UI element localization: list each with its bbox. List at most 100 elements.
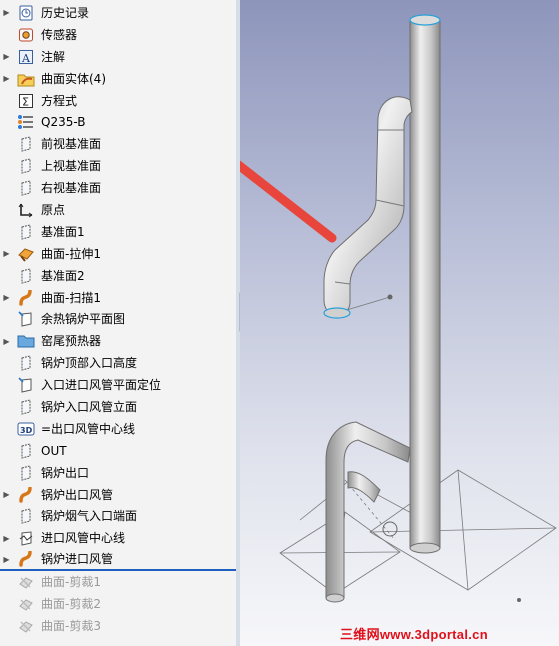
tree-item-17[interactable]: 锅炉顶部入口高度 bbox=[0, 352, 238, 374]
tree-item-12[interactable]: ▶ 曲面-拉伸1 bbox=[0, 243, 238, 265]
tree-item-2[interactable]: 传感器 bbox=[0, 24, 238, 46]
sketch-point bbox=[517, 598, 521, 602]
plane-icon bbox=[17, 507, 35, 525]
upper-bent-pipe bbox=[323, 96, 413, 319]
tree-item-22[interactable]: 锅炉出口 bbox=[0, 462, 238, 484]
tree-item-28[interactable]: 曲面-剪裁2 bbox=[0, 593, 238, 615]
plane-icon bbox=[17, 157, 35, 175]
equations-icon: Σ bbox=[17, 92, 35, 110]
tree-item-label: 曲面-扫描1 bbox=[41, 290, 101, 305]
history-icon bbox=[17, 4, 35, 22]
surface-bodies-folder-icon bbox=[17, 70, 35, 88]
tree-item-label: 曲面-剪裁3 bbox=[41, 618, 101, 633]
tree-item-13[interactable]: 基准面2 bbox=[0, 265, 238, 287]
svg-text:3D: 3D bbox=[20, 426, 33, 435]
3d-sketch-icon: 3D bbox=[17, 420, 35, 438]
surface-trim-icon bbox=[17, 617, 35, 635]
tree-item-7[interactable]: 前视基准面 bbox=[0, 133, 238, 155]
vertical-stack-pipe bbox=[409, 14, 441, 554]
tree-item-16[interactable]: ▶ 窑尾预热器 bbox=[0, 330, 238, 352]
tree-item-label: 锅炉顶部入口高度 bbox=[41, 356, 138, 371]
tree-item-19[interactable]: 锅炉入口风管立面 bbox=[0, 396, 238, 418]
tree-item-label: Q235-B bbox=[41, 115, 86, 130]
tree-item-4[interactable]: ▶ 曲面实体(4) bbox=[0, 68, 238, 90]
tree-item-label: 上视基准面 bbox=[41, 159, 102, 174]
tree-item-label: 方程式 bbox=[41, 93, 78, 108]
watermark: 三维网www.3dportal.cn bbox=[340, 627, 488, 642]
tree-item-label: 进口风管中心线 bbox=[41, 531, 126, 546]
plane-icon bbox=[17, 267, 35, 285]
folder-icon bbox=[17, 332, 35, 350]
lower-inlet-pipe bbox=[325, 421, 411, 603]
tree-item-label: 锅炉出口风管 bbox=[41, 487, 114, 502]
tree-item-label: 右视基准面 bbox=[41, 181, 102, 196]
tree-item-label: 基准面1 bbox=[41, 224, 85, 239]
tree-item-label: 锅炉出口 bbox=[41, 465, 90, 480]
tree-item-label: 注解 bbox=[41, 49, 66, 64]
tree-item-label: 锅炉入口风管立面 bbox=[41, 399, 138, 414]
tree-item-23[interactable]: ▶ 锅炉出口风管 bbox=[0, 484, 238, 506]
tree-item-3[interactable]: ▶ A 注解 bbox=[0, 46, 238, 68]
tree-item-1[interactable]: ▶ 历史记录 bbox=[0, 2, 238, 24]
tree-item-label: 历史记录 bbox=[41, 5, 90, 20]
surface-trim-icon bbox=[17, 595, 35, 613]
tree-item-5[interactable]: Σ 方程式 bbox=[0, 90, 238, 112]
tree-item-label: 锅炉进口风管 bbox=[41, 552, 114, 567]
sketch-point bbox=[387, 294, 393, 300]
plane-icon bbox=[17, 223, 35, 241]
material-icon bbox=[17, 113, 35, 131]
feature-manager-tree: ▶ 历史记录传感器 ▶ A 注解 ▶ 曲面实体(4) Σ 方程式 Q235-B 前视基准面上视基准面… bbox=[0, 0, 238, 646]
tree-item-label: 入口进口风管平面定位 bbox=[41, 378, 162, 393]
sketch-icon bbox=[17, 310, 35, 328]
plane-icon bbox=[17, 442, 35, 460]
sketch-line-icon bbox=[17, 529, 35, 547]
svg-text:Σ: Σ bbox=[22, 95, 29, 108]
tree-item-15[interactable]: 余热锅炉平面图 bbox=[0, 308, 238, 330]
tree-item-10[interactable]: 原点 bbox=[0, 199, 238, 221]
tree-item-14[interactable]: ▶ 曲面-扫描1 bbox=[0, 287, 238, 309]
svg-text:A: A bbox=[21, 52, 31, 65]
sketch-icon bbox=[17, 376, 35, 394]
tree-item-8[interactable]: 上视基准面 bbox=[0, 155, 238, 177]
surface-sweep-icon bbox=[17, 486, 35, 504]
tree-item-18[interactable]: 入口进口风管平面定位 bbox=[0, 374, 238, 396]
tree-item-25[interactable]: ▶ 进口风管中心线 bbox=[0, 527, 238, 549]
tree-item-label: 窑尾预热器 bbox=[41, 334, 102, 349]
surface-sweep-icon bbox=[17, 289, 35, 307]
expand-arrow-icon[interactable]: ▶ bbox=[2, 248, 11, 260]
tree-item-6[interactable]: Q235-B bbox=[0, 111, 238, 133]
expand-arrow-icon[interactable]: ▶ bbox=[2, 292, 11, 304]
expand-arrow-icon[interactable]: ▶ bbox=[2, 335, 11, 347]
sensor-icon bbox=[17, 26, 35, 44]
tree-item-label: 曲面-剪裁2 bbox=[41, 596, 101, 611]
tree-item-label: 余热锅炉平面图 bbox=[41, 312, 126, 327]
expand-arrow-icon[interactable]: ▶ bbox=[2, 553, 11, 565]
tree-item-26[interactable]: ▶ 锅炉进口风管 bbox=[0, 549, 238, 572]
surface-extrude-icon bbox=[17, 245, 35, 263]
tree-item-9[interactable]: 右视基准面 bbox=[0, 177, 238, 199]
expand-arrow-icon[interactable]: ▶ bbox=[2, 489, 11, 501]
tree-item-21[interactable]: OUT bbox=[0, 440, 238, 462]
plane-icon bbox=[17, 354, 35, 372]
expand-arrow-icon[interactable]: ▶ bbox=[2, 51, 11, 63]
surface-sweep-icon bbox=[17, 550, 35, 568]
plane-icon bbox=[17, 135, 35, 153]
origin-icon bbox=[17, 201, 35, 219]
annotation-arrow bbox=[240, 160, 337, 243]
tree-item-27[interactable]: 曲面-剪裁1 bbox=[0, 571, 238, 593]
tree-item-label: =出口风管中心线 bbox=[41, 421, 136, 436]
sketch-circle bbox=[382, 521, 398, 537]
expand-arrow-icon[interactable]: ▶ bbox=[2, 532, 11, 544]
tree-item-24[interactable]: 锅炉烟气入口端面 bbox=[0, 505, 238, 527]
surface-trim-icon bbox=[17, 573, 35, 591]
annotation-icon: A bbox=[17, 48, 35, 66]
tree-item-label: 基准面2 bbox=[41, 268, 85, 283]
tree-item-label: 前视基准面 bbox=[41, 137, 102, 152]
expand-arrow-icon[interactable]: ▶ bbox=[2, 73, 11, 85]
expand-arrow-icon[interactable]: ▶ bbox=[2, 7, 11, 19]
tree-item-29[interactable]: 曲面-剪裁3 bbox=[0, 615, 238, 637]
tree-item-11[interactable]: 基准面1 bbox=[0, 221, 238, 243]
graphics-viewport[interactable] bbox=[240, 0, 559, 646]
tree-item-20[interactable]: 3D =出口风管中心线 bbox=[0, 418, 238, 440]
3d-model-view bbox=[240, 14, 557, 603]
